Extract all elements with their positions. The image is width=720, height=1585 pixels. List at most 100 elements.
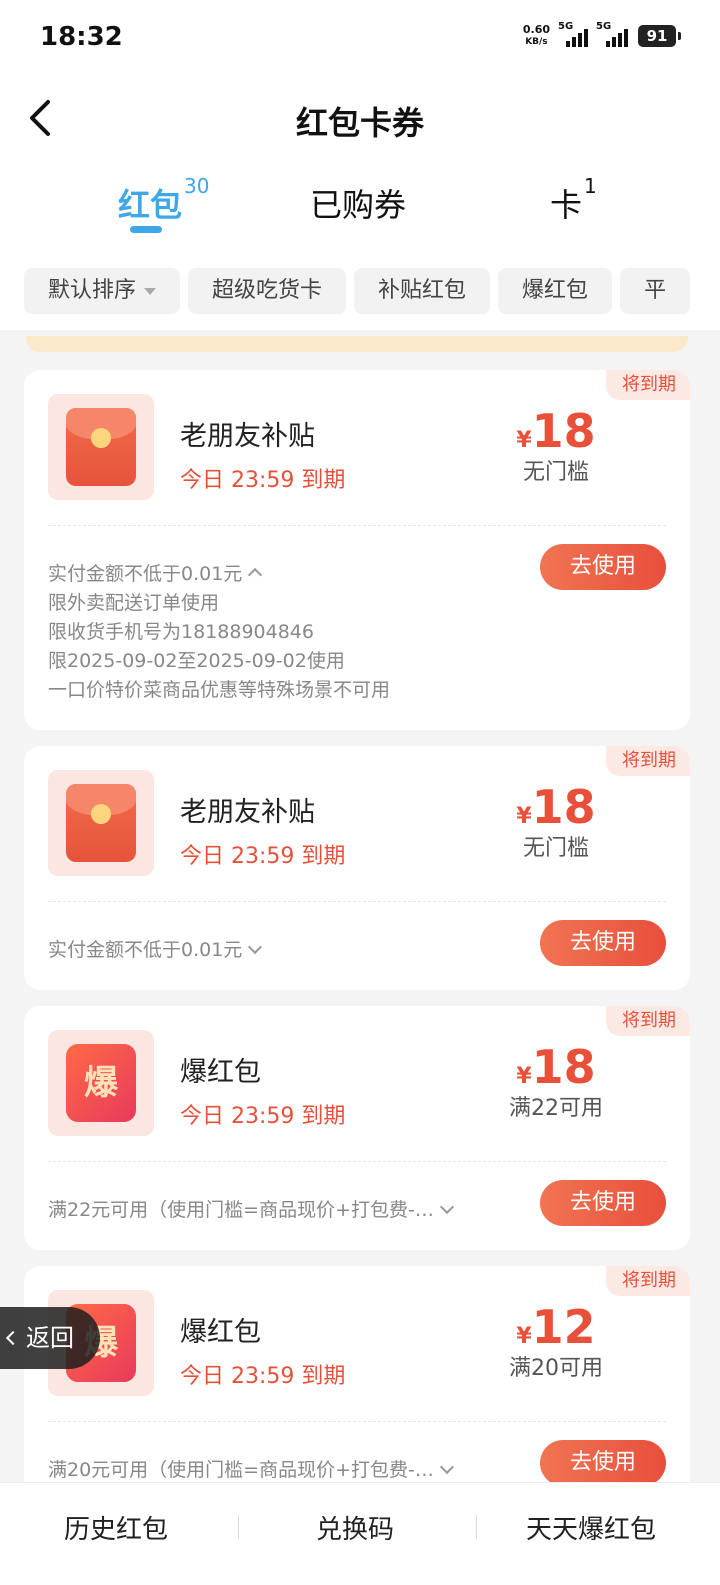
bottom-separator	[238, 1515, 239, 1539]
active-tab-indicator	[130, 226, 162, 233]
chip-default-sort[interactable]: 默认排序	[24, 268, 181, 314]
tab-count: 30	[184, 174, 210, 198]
daily-bao-red-packet-link[interactable]: 天天爆红包	[526, 1509, 656, 1546]
coupon-rules[interactable]: 满22元可用（使用门槛=商品现价+打包费-…	[48, 1196, 454, 1225]
rule-line: 一口价特价菜商品优惠等特殊场景不可用	[48, 679, 391, 701]
rule-line: 实付金额不低于0.01元	[48, 563, 243, 585]
network-speed: 0.60 KB/s	[523, 24, 550, 48]
chip-label: 超级吃货卡	[212, 278, 323, 303]
filter-chips: 默认排序 超级吃货卡 补贴红包 爆红包 平	[24, 268, 720, 314]
use-button[interactable]: 去使用	[540, 544, 666, 590]
chip-bao-red-packet[interactable]: 爆红包	[498, 268, 613, 314]
chevron-up-icon	[248, 567, 263, 583]
chevron-down-icon	[439, 1459, 454, 1475]
chip-more[interactable]: 平	[620, 268, 691, 314]
banner-edge	[26, 336, 688, 352]
tab-label: 红包	[118, 186, 183, 224]
chip-label: 默认排序	[48, 278, 137, 303]
coupon-expiry: 今日 23:59 到期	[180, 468, 346, 493]
coupon-rules[interactable]: 满20元可用（使用门槛=商品现价+打包费-…	[48, 1456, 454, 1485]
signal-2-icon: 5G	[596, 21, 630, 47]
card-divider	[48, 1421, 666, 1422]
tab-count: 1	[584, 174, 597, 198]
coupon-rules[interactable]: 实付金额不低于0.01元	[48, 936, 263, 965]
chip-label: 补贴红包	[378, 278, 467, 303]
chevron-left-icon	[5, 1330, 21, 1346]
use-button[interactable]: 去使用	[540, 1440, 666, 1486]
tab-label: 已购券	[310, 186, 407, 224]
chip-subsidy-red-packet[interactable]: 补贴红包	[354, 268, 491, 314]
tab-label: 卡	[550, 186, 583, 224]
rule-line: 限外卖配送订单使用	[48, 592, 220, 614]
rule-line: 满20元可用（使用门槛=商品现价+打包费-…	[48, 1459, 434, 1481]
expiring-badge: 将到期	[606, 370, 690, 400]
currency-symbol: ¥	[516, 804, 532, 829]
coupon-card: 将到期 老朋友补贴 今日 23:59 到期 ¥18 无门槛 实付金额不低于0.0…	[24, 370, 690, 730]
network-speed-value: 0.60	[522, 23, 550, 36]
coupon-name: 爆红包	[180, 1317, 261, 1348]
coupon-amount: 18	[531, 404, 596, 458]
history-red-packets-link[interactable]: 历史红包	[64, 1509, 168, 1546]
coupon-condition: 无门槛	[522, 836, 589, 861]
currency-symbol: ¥	[516, 1324, 532, 1349]
currency-symbol: ¥	[516, 428, 532, 453]
floating-back-label: 返回	[26, 1324, 74, 1352]
floating-back-button[interactable]: 返回	[0, 1307, 100, 1369]
status-bar: 18:32 0.60 KB/s 5G 5G 91	[0, 0, 720, 80]
signal-1-icon: 5G	[558, 21, 588, 47]
card-divider	[48, 525, 666, 526]
coupon-condition: 无门槛	[522, 460, 589, 485]
signal-2-label: 5G	[596, 21, 612, 32]
rule-line: 限收货手机号为18188904846	[48, 621, 314, 643]
rule-line: 限2025-09-02至2025-09-02使用	[48, 650, 345, 672]
chip-label: 平	[644, 278, 667, 303]
coupon-amount: 18	[531, 1040, 596, 1094]
coupon-amount: 18	[531, 780, 596, 834]
caret-down-icon	[144, 287, 157, 295]
coupon-amount: 12	[531, 1300, 596, 1354]
expiring-badge: 将到期	[606, 746, 690, 776]
coupon-value: ¥18 无门槛	[476, 404, 636, 486]
coupon-expiry: 今日 23:59 到期	[180, 844, 346, 869]
bao-icon-text: 爆	[66, 1044, 136, 1122]
coupon-expiry: 今日 23:59 到期	[180, 1104, 346, 1129]
card-divider	[48, 901, 666, 902]
card-divider	[48, 1161, 666, 1162]
coupon-condition: 满20可用	[509, 1356, 603, 1381]
chevron-down-icon	[248, 939, 263, 955]
coupon-name: 爆红包	[180, 1057, 261, 1088]
rule-line: 实付金额不低于0.01元	[48, 939, 243, 961]
status-time: 18:32	[40, 22, 123, 52]
signal-1-label: 5G	[558, 21, 574, 32]
page-title: 红包卡券	[295, 104, 424, 142]
coupon-card: 将到期 爆 爆红包 今日 23:59 到期 ¥12 满20可用 满20元可用（使…	[24, 1266, 690, 1496]
coupon-card: 将到期 老朋友补贴 今日 23:59 到期 ¥18 无门槛 实付金额不低于0.0…	[24, 746, 690, 990]
coupon-expiry: 今日 23:59 到期	[180, 1364, 346, 1389]
use-button[interactable]: 去使用	[540, 920, 666, 966]
coupon-card: 将到期 爆 爆红包 今日 23:59 到期 ¥18 满22可用 满22元可用（使…	[24, 1006, 690, 1250]
use-button[interactable]: 去使用	[540, 1180, 666, 1226]
red-envelope-icon	[48, 770, 154, 876]
rule-line: 满22元可用（使用门槛=商品现价+打包费-…	[48, 1199, 434, 1221]
red-envelope-icon	[48, 394, 154, 500]
battery-icon: 91	[638, 25, 681, 47]
tab-cards[interactable]: 卡1	[550, 174, 597, 226]
coupon-name: 老朋友补贴	[180, 797, 315, 828]
bottom-bar: 历史红包 兑换码 天天爆红包	[0, 1482, 720, 1585]
chip-label: 爆红包	[522, 278, 589, 303]
coupon-condition: 满22可用	[509, 1096, 603, 1121]
tab-red-packets[interactable]: 红包 30	[118, 174, 209, 226]
bao-hongbao-icon: 爆	[48, 1030, 154, 1136]
currency-symbol: ¥	[516, 1064, 532, 1089]
network-speed-unit: KB/s	[525, 37, 548, 47]
coupon-value: ¥18 满22可用	[476, 1040, 636, 1122]
coupon-name: 老朋友补贴	[180, 421, 315, 452]
system-indicators: 0.60 KB/s 5G 5G 91	[523, 21, 681, 48]
coupon-value: ¥12 满20可用	[476, 1300, 636, 1382]
redeem-code-link[interactable]: 兑换码	[316, 1509, 394, 1546]
chip-super-foodie-card[interactable]: 超级吃货卡	[188, 268, 347, 314]
tab-purchased-coupons[interactable]: 已购券	[310, 180, 406, 226]
tab-bar: 红包 30 已购券 卡1	[0, 172, 720, 242]
coupon-rules[interactable]: 实付金额不低于0.01元 限外卖配送订单使用 限收货手机号为1818890484…	[48, 560, 390, 705]
bottom-separator	[476, 1515, 477, 1539]
